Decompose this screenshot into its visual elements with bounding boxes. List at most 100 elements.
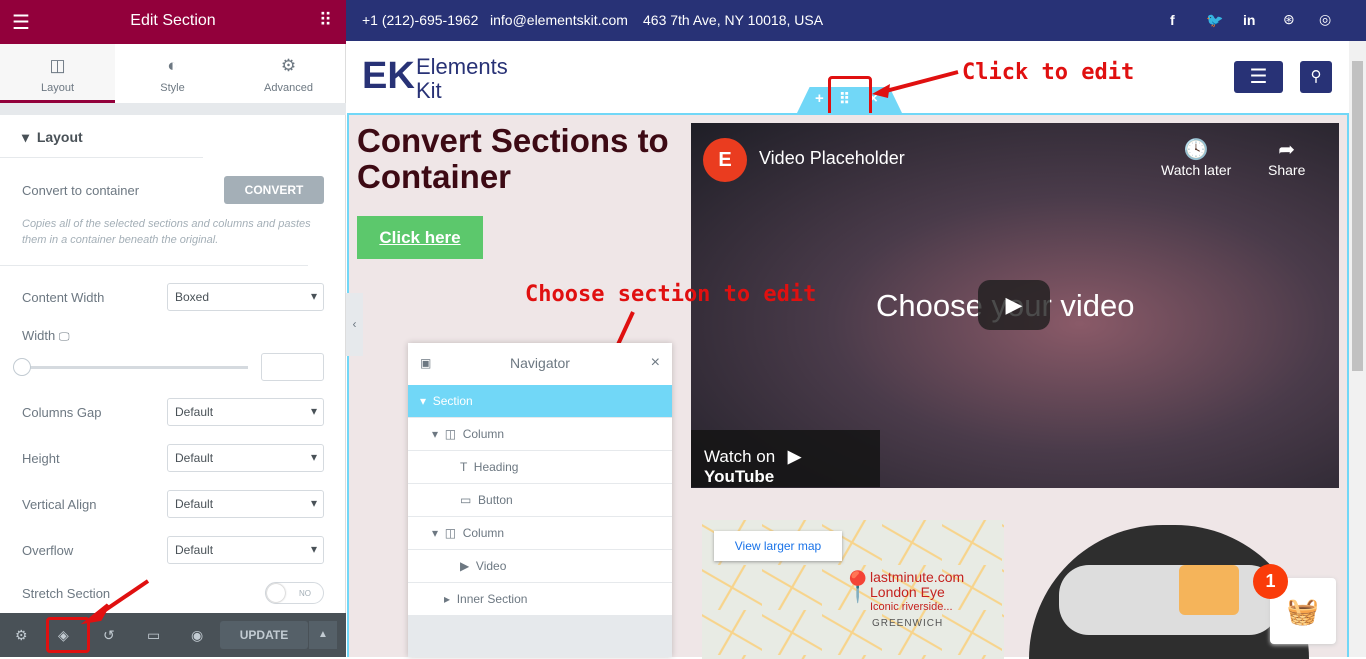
navigator-title: Navigator (510, 355, 570, 371)
vertical-align-label: Vertical Align (22, 497, 97, 512)
scrollbar[interactable] (1349, 41, 1366, 657)
panel-header: ☰ Edit Section ⠿ (0, 0, 346, 44)
watch-on-youtube[interactable]: Watch on ▶ YouTube (691, 430, 880, 487)
gear-icon: ⚙ (280, 56, 297, 75)
nav-item-inner-section[interactable]: ▸ Inner Section (408, 583, 672, 616)
convert-button[interactable]: CONVERT (224, 176, 324, 204)
width-text: Width (22, 328, 56, 343)
nav-label: Column (462, 427, 505, 441)
panel-title: Edit Section (130, 12, 216, 29)
instagram-icon[interactable]: ◎ (1319, 11, 1331, 28)
convert-label: Convert to container (22, 183, 140, 198)
section-title: Layout (36, 129, 83, 145)
elementor-logo-icon: E (703, 138, 747, 182)
nav-item-column[interactable]: ▾ ◫ Column (408, 418, 672, 451)
nav-item-section[interactable]: ▾ Section (408, 385, 672, 418)
tab-advanced[interactable]: ⚙ Advanced (231, 44, 346, 103)
height-label: Height (22, 451, 60, 466)
overflow-label: Overflow (22, 543, 74, 558)
tab-style[interactable]: ◐ Style (115, 44, 230, 103)
email[interactable]: info@elementskit.com (490, 12, 628, 28)
click-here-button[interactable]: Click here (357, 216, 483, 259)
tab-layout[interactable]: ◫ Layout (0, 44, 115, 103)
width-label: Width 🖵 (22, 328, 69, 344)
bottom-bar: ⚙ ◈ ↺ ▭ ◉ UPDATE ▲ (0, 613, 346, 657)
section-heading: Convert Sections to Container (357, 122, 669, 195)
annotation-arrow (80, 579, 150, 625)
update-options-button[interactable]: ▲ (309, 621, 337, 649)
map-place: lastminute.com London Eye Iconic riverside… (870, 570, 964, 615)
toggle-text: NO (299, 589, 311, 598)
phone: +1 (212)-695-1962 (362, 12, 479, 28)
logo-text: Elements (416, 54, 508, 79)
vertical-align-select[interactable]: Default (167, 490, 324, 518)
share-button[interactable]: ➦ Share (1268, 137, 1305, 178)
nav-label: Heading (473, 460, 519, 474)
map-area-label: GREENWICH (872, 618, 944, 629)
play-button[interactable]: ▶ (978, 280, 1050, 330)
site-topbar: +1 (212)-695-1962 info@elementskit.com 4… (346, 0, 1366, 41)
nav-label: Button (478, 493, 513, 507)
facebook-icon[interactable]: f (1170, 12, 1175, 28)
collapse-panel-button[interactable]: ‹ (346, 293, 363, 356)
watch-later-label: Watch later (1161, 162, 1232, 178)
divider (0, 103, 346, 115)
nav-item-button[interactable]: ▭ Button (408, 484, 672, 517)
place-name: London Eye (870, 584, 945, 600)
dribbble-icon[interactable]: ⊛ (1283, 11, 1295, 28)
eye-icon[interactable]: ◉ (191, 627, 203, 644)
menu-button[interactable]: ☰ (1234, 61, 1283, 93)
share-label: Share (1268, 162, 1306, 178)
nav-item-heading[interactable]: T Heading (408, 451, 672, 484)
watch-on-label: Watch on (704, 447, 776, 466)
overflow-select[interactable]: Default (167, 536, 324, 564)
height-select[interactable]: Default (167, 444, 324, 472)
watch-later-button[interactable]: 🕓 Watch later (1161, 137, 1231, 178)
nav-label: Inner Section (456, 592, 528, 606)
update-button[interactable]: UPDATE (220, 621, 308, 649)
annotation-arrow (872, 70, 959, 98)
contrast-icon: ◐ (167, 56, 178, 75)
add-section-icon[interactable]: + (815, 90, 824, 107)
width-slider[interactable] (22, 366, 248, 369)
responsive-icon[interactable]: ▭ (147, 627, 160, 644)
columns-gap-select[interactable]: Default (167, 398, 324, 426)
annotation-click-to-edit: Click to edit (962, 60, 1135, 85)
section-toggle[interactable]: ▾ Layout (22, 129, 83, 146)
nav-label: Section (432, 394, 473, 408)
view-larger-map-link[interactable]: View larger map (714, 531, 842, 561)
linkedin-icon[interactable]: in (1243, 12, 1255, 28)
tab-label: Style (160, 82, 185, 94)
editor-panel: ☰ Edit Section ⠿ ◫ Layout ◐ Style ⚙ Advance… (0, 0, 346, 657)
annotation-choose-section: Choose section to edit (525, 282, 817, 307)
divider (0, 265, 308, 266)
nav-item-column[interactable]: ▾ ◫ Column (408, 517, 672, 550)
columns-gap-label: Columns Gap (22, 405, 102, 420)
place-desc: Iconic riverside... (870, 601, 953, 613)
nav-item-video[interactable]: ▶ Video (408, 550, 672, 583)
history-icon[interactable]: ↺ (103, 627, 115, 644)
width-input[interactable] (261, 353, 324, 381)
close-icon[interactable]: × (651, 343, 660, 383)
slider-handle[interactable] (13, 358, 31, 376)
video-title: Video Placeholder (759, 148, 905, 168)
place-name: lastminute.com (870, 569, 965, 585)
navigator-panel: ▣ Navigator × ▾ Section ▾ ◫ Column T Hea… (408, 343, 672, 657)
content-width-select[interactable]: Boxed (167, 283, 324, 311)
logo-mark: ЕK (362, 55, 415, 97)
google-map[interactable]: View larger map 📍 lastminute.com London E… (702, 520, 1004, 659)
nav-label: Column (462, 526, 505, 540)
collapse-icon[interactable]: ▣ (420, 343, 431, 383)
grid-icon[interactable]: ⠿ (319, 10, 332, 31)
tab-label: Advanced (264, 82, 313, 94)
desktop-icon[interactable]: 🖵 (59, 331, 70, 343)
search-button[interactable]: ⚲ (1300, 61, 1332, 93)
twitter-icon[interactable]: 🐦 (1206, 12, 1223, 29)
youtube-logo: YouTube (704, 467, 775, 486)
address: 463 7th Ave, NY 10018, USA (643, 12, 824, 28)
convert-help: Copies all of the selected sections and … (22, 218, 311, 246)
stretch-toggle[interactable]: NO (265, 582, 324, 604)
logo-text: Kit (416, 78, 442, 103)
divider (0, 157, 203, 158)
settings-icon[interactable]: ⚙ (15, 627, 28, 644)
